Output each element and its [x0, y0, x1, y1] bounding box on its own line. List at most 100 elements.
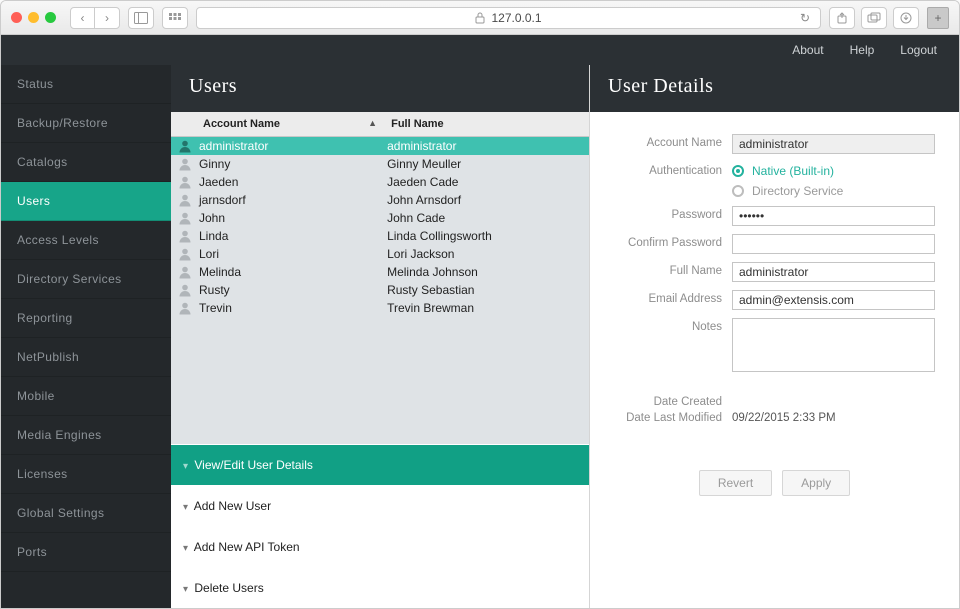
cell-full-name: Trevin Brewman [387, 301, 589, 315]
cell-account-name: administrator [199, 139, 387, 153]
table-row[interactable]: MelindaMelinda Johnson [171, 263, 589, 281]
nav-back-forward[interactable]: ‹ › [70, 7, 120, 29]
table-row[interactable]: RustyRusty Sebastian [171, 281, 589, 299]
reload-button[interactable]: ↻ [800, 11, 810, 25]
close-window-icon[interactable] [11, 12, 22, 23]
users-panel: Users Account Name ▲ Full Name administr… [171, 65, 589, 608]
sidebar-toggle-button[interactable] [128, 7, 154, 29]
sidebar: StatusBackup/RestoreCatalogsUsersAccess … [1, 65, 171, 608]
sidebar-item-netpublish[interactable]: NetPublish [1, 338, 171, 377]
downloads-button[interactable] [893, 7, 919, 29]
notes-field[interactable] [732, 318, 935, 372]
auth-directory-radio[interactable]: Directory Service [732, 184, 843, 198]
cell-account-name: Linda [199, 229, 387, 243]
radio-selected-icon [732, 165, 744, 177]
email-field[interactable] [732, 290, 935, 310]
table-row[interactable]: TrevinTrevin Brewman [171, 299, 589, 317]
sidebar-item-backup-restore[interactable]: Backup/Restore [1, 104, 171, 143]
account-name-field[interactable] [732, 134, 935, 154]
maximize-window-icon[interactable] [45, 12, 56, 23]
grid-view-button[interactable] [162, 7, 188, 29]
back-button[interactable]: ‹ [71, 7, 95, 29]
address-bar[interactable]: 127.0.0.1 ↻ [196, 7, 821, 29]
table-row[interactable]: JaedenJaeden Cade [171, 173, 589, 191]
sidebar-item-media-engines[interactable]: Media Engines [1, 416, 171, 455]
cell-full-name: Rusty Sebastian [387, 283, 589, 297]
user-icon [178, 175, 192, 189]
help-link[interactable]: Help [850, 43, 875, 57]
sidebar-item-ports[interactable]: Ports [1, 533, 171, 572]
user-icon-cell [171, 229, 199, 243]
label-account-name: Account Name [614, 134, 732, 149]
column-full-name[interactable]: Full Name [387, 112, 589, 136]
sidebar-item-users[interactable]: Users [1, 182, 171, 221]
label-password: Password [614, 206, 732, 221]
cell-account-name: Lori [199, 247, 387, 261]
password-field[interactable] [732, 206, 935, 226]
sidebar-item-licenses[interactable]: Licenses [1, 455, 171, 494]
chevron-icon: ▾ [183, 584, 188, 595]
action-delete-users[interactable]: ▾ Delete Users [171, 567, 589, 608]
cell-full-name: administrator [387, 139, 589, 153]
user-icon-cell [171, 301, 199, 315]
share-icon [836, 12, 848, 24]
logout-link[interactable]: Logout [900, 43, 937, 57]
label-notes: Notes [614, 318, 732, 333]
users-panel-title: Users [171, 65, 589, 112]
url-text: 127.0.0.1 [491, 11, 541, 25]
cell-full-name: John Arnsdorf [387, 193, 589, 207]
cell-full-name: Jaeden Cade [387, 175, 589, 189]
new-tab-button[interactable]: + [927, 7, 949, 29]
user-icon [178, 283, 192, 297]
user-icon [178, 247, 192, 261]
sidebar-item-access-levels[interactable]: Access Levels [1, 221, 171, 260]
sidebar-item-global-settings[interactable]: Global Settings [1, 494, 171, 533]
label-confirm-password: Confirm Password [614, 234, 732, 249]
action-view-edit-user-details[interactable]: ▾ View/Edit User Details [171, 444, 589, 485]
sidebar-item-status[interactable]: Status [1, 65, 171, 104]
window-controls[interactable] [11, 12, 56, 23]
user-icon [178, 301, 192, 315]
table-row[interactable]: LoriLori Jackson [171, 245, 589, 263]
table-row[interactable]: GinnyGinny Meuller [171, 155, 589, 173]
table-row[interactable]: administratoradministrator [171, 137, 589, 155]
revert-button[interactable]: Revert [699, 470, 772, 496]
apply-button[interactable]: Apply [782, 470, 850, 496]
chevron-icon: ▾ [183, 543, 188, 554]
user-icon-cell [171, 265, 199, 279]
column-account-name[interactable]: Account Name ▲ [199, 112, 387, 136]
full-name-field[interactable] [732, 262, 935, 282]
sidebar-item-reporting[interactable]: Reporting [1, 299, 171, 338]
minimize-window-icon[interactable] [28, 12, 39, 23]
action-add-new-api-token[interactable]: ▾ Add New API Token [171, 526, 589, 567]
action-add-new-user[interactable]: ▾ Add New User [171, 485, 589, 526]
label-date-modified: Date Last Modified [614, 412, 732, 424]
tabs-button[interactable] [861, 7, 887, 29]
cell-account-name: Trevin [199, 301, 387, 315]
radio-unselected-icon [732, 185, 744, 197]
user-icon [178, 193, 192, 207]
panel-icon [134, 12, 148, 24]
table-row[interactable]: LindaLinda Collingsworth [171, 227, 589, 245]
about-link[interactable]: About [792, 43, 823, 57]
user-icon [178, 157, 192, 171]
table-row[interactable]: jarnsdorfJohn Arnsdorf [171, 191, 589, 209]
share-button[interactable] [829, 7, 855, 29]
forward-button[interactable]: › [95, 7, 119, 29]
detail-panel-title: User Details [590, 65, 959, 112]
cell-full-name: Linda Collingsworth [387, 229, 589, 243]
cell-account-name: Jaeden [199, 175, 387, 189]
sidebar-item-catalogs[interactable]: Catalogs [1, 143, 171, 182]
sidebar-item-mobile[interactable]: Mobile [1, 377, 171, 416]
download-icon [900, 12, 912, 24]
auth-native-radio[interactable]: Native (Built-in) [732, 164, 843, 178]
user-icon-cell [171, 157, 199, 171]
confirm-password-field[interactable] [732, 234, 935, 254]
sidebar-item-directory-services[interactable]: Directory Services [1, 260, 171, 299]
browser-chrome: ‹ › 127.0.0.1 ↻ [1, 1, 959, 35]
table-row[interactable]: JohnJohn Cade [171, 209, 589, 227]
cell-account-name: John [199, 211, 387, 225]
users-table-header: Account Name ▲ Full Name [171, 112, 589, 137]
cell-account-name: Ginny [199, 157, 387, 171]
user-icon-cell [171, 247, 199, 261]
